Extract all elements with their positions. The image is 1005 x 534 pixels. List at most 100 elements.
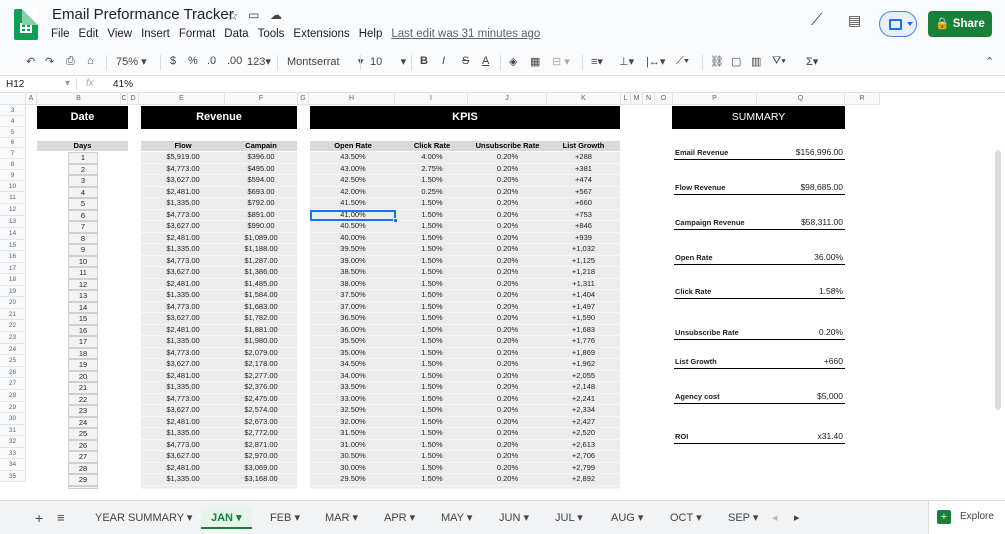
day-cell[interactable]: 14 bbox=[68, 301, 98, 313]
tab-aug[interactable]: AUG ▾ bbox=[601, 507, 653, 529]
day-cell[interactable]: 2 bbox=[68, 163, 98, 175]
click-rate-cell[interactable]: 1.50% bbox=[396, 221, 468, 233]
day-cell[interactable]: 15 bbox=[68, 313, 98, 325]
day-cell[interactable]: 16 bbox=[68, 324, 98, 336]
open-rate-cell[interactable]: 35.00% bbox=[310, 347, 396, 359]
unsub-rate-cell[interactable]: 0.20% bbox=[468, 232, 547, 244]
cloud-status-icon[interactable]: ☁ bbox=[270, 8, 282, 22]
open-rate-cell[interactable]: 34.50% bbox=[310, 359, 396, 371]
list-growth-cell[interactable] bbox=[547, 485, 620, 489]
column-header[interactable]: M bbox=[631, 93, 643, 105]
flow-cell[interactable]: $4,773.00 bbox=[141, 209, 225, 221]
flow-cell[interactable]: $3,627.00 bbox=[141, 313, 225, 325]
zoom-select[interactable]: 75% ▾ bbox=[116, 55, 147, 68]
filter-icon[interactable]: ⛛▾ bbox=[772, 55, 786, 68]
click-rate-cell[interactable] bbox=[396, 485, 468, 489]
open-rate-cell[interactable]: 40.00% bbox=[310, 232, 396, 244]
column-header[interactable]: A bbox=[26, 93, 37, 105]
row-header[interactable]: 15 bbox=[0, 240, 26, 251]
font-select[interactable]: Montserrat ▾ bbox=[287, 55, 363, 68]
day-cell[interactable]: 5 bbox=[68, 198, 98, 210]
column-header[interactable]: E bbox=[139, 93, 225, 105]
flow-cell[interactable]: $2,481.00 bbox=[141, 232, 225, 244]
row-header[interactable]: 29 bbox=[0, 402, 26, 413]
column-header[interactable]: Q bbox=[757, 93, 845, 105]
fill-color-icon[interactable]: ◈ bbox=[509, 55, 517, 68]
list-growth-cell[interactable]: +2,334 bbox=[547, 405, 620, 417]
undo-icon[interactable]: ↶ bbox=[26, 55, 35, 68]
link-icon[interactable]: ⛓ bbox=[710, 55, 724, 68]
row-header[interactable]: 7 bbox=[0, 148, 26, 159]
campaign-cell[interactable]: $1,980.00 bbox=[225, 336, 297, 348]
column-header[interactable]: C bbox=[121, 93, 128, 105]
row-header[interactable]: 4 bbox=[0, 116, 26, 127]
unsub-rate-cell[interactable]: 0.20% bbox=[468, 405, 547, 417]
row-header[interactable]: 12 bbox=[0, 204, 26, 216]
campaign-cell[interactable]: $1,386.00 bbox=[225, 267, 297, 279]
open-rate-cell[interactable]: 31.50% bbox=[310, 428, 396, 440]
column-header[interactable]: I bbox=[395, 93, 468, 105]
tab-year-summary[interactable]: YEAR SUMMARY ▾ bbox=[85, 507, 202, 529]
list-growth-cell[interactable]: +2,055 bbox=[547, 370, 620, 382]
flow-cell[interactable]: $1,335.00 bbox=[141, 290, 225, 302]
list-growth-cell[interactable]: +1,404 bbox=[547, 290, 620, 302]
open-rate-cell[interactable]: 43.50% bbox=[310, 152, 396, 164]
row-header[interactable]: 19 bbox=[0, 286, 26, 297]
list-growth-cell[interactable]: +1,869 bbox=[547, 347, 620, 359]
flow-cell[interactable]: $2,481.00 bbox=[141, 416, 225, 428]
vertical-scrollbar[interactable] bbox=[995, 150, 1001, 410]
row-header[interactable]: 5 bbox=[0, 127, 26, 138]
row-header[interactable]: 32 bbox=[0, 436, 26, 448]
click-rate-cell[interactable]: 1.50% bbox=[396, 393, 468, 405]
campaign-cell[interactable]: $1,881.00 bbox=[225, 324, 297, 336]
flow-cell[interactable]: $1,335.00 bbox=[141, 382, 225, 394]
day-cell[interactable]: 23 bbox=[68, 405, 98, 417]
row-header[interactable]: 21 bbox=[0, 309, 26, 320]
day-cell[interactable] bbox=[68, 485, 98, 489]
day-cell[interactable]: 3 bbox=[68, 175, 98, 187]
menu-edit[interactable]: Edit bbox=[79, 28, 99, 40]
open-rate-cell[interactable]: 29.50% bbox=[310, 474, 396, 486]
column-header[interactable]: L bbox=[621, 93, 631, 105]
click-rate-cell[interactable]: 4.00% bbox=[396, 152, 468, 164]
campaign-cell[interactable]: $1,485.00 bbox=[225, 278, 297, 290]
tab-sep[interactable]: SEP ▾ bbox=[718, 507, 768, 529]
tab-apr[interactable]: APR ▾ bbox=[374, 507, 425, 529]
menu-help[interactable]: Help bbox=[359, 28, 383, 40]
activity-chart-icon[interactable]: ⟋ bbox=[811, 12, 822, 30]
click-rate-cell[interactable]: 1.50% bbox=[396, 290, 468, 302]
row-header[interactable]: 24 bbox=[0, 344, 26, 355]
row-header[interactable]: 28 bbox=[0, 390, 26, 402]
open-rate-cell[interactable]: 39.50% bbox=[310, 244, 396, 256]
row-header[interactable]: 16 bbox=[0, 251, 26, 263]
menu-insert[interactable]: Insert bbox=[141, 28, 170, 40]
unsub-rate-cell[interactable]: 0.20% bbox=[468, 301, 547, 313]
flow-cell[interactable]: $4,773.00 bbox=[141, 439, 225, 451]
unsub-rate-cell[interactable]: 0.20% bbox=[468, 462, 547, 474]
flow-cell[interactable]: $3,627.00 bbox=[141, 221, 225, 233]
list-growth-cell[interactable]: +288 bbox=[547, 152, 620, 164]
click-rate-cell[interactable]: 1.50% bbox=[396, 324, 468, 336]
row-header[interactable]: 20 bbox=[0, 297, 26, 309]
click-rate-cell[interactable]: 1.50% bbox=[396, 255, 468, 267]
unsub-rate-cell[interactable]: 0.20% bbox=[468, 474, 547, 486]
row-header[interactable]: 11 bbox=[0, 192, 26, 204]
unsub-rate-cell[interactable]: 0.20% bbox=[468, 163, 547, 175]
unsub-rate-cell[interactable]: 0.20% bbox=[468, 359, 547, 371]
bold-button[interactable]: B bbox=[420, 55, 428, 67]
list-growth-cell[interactable]: +2,892 bbox=[547, 474, 620, 486]
unsub-rate-cell[interactable]: 0.20% bbox=[468, 290, 547, 302]
flow-cell[interactable]: $4,773.00 bbox=[141, 301, 225, 313]
list-growth-cell[interactable]: +2,241 bbox=[547, 393, 620, 405]
rotate-icon[interactable]: ⟋▾ bbox=[676, 55, 689, 68]
list-growth-cell[interactable]: +2,427 bbox=[547, 416, 620, 428]
click-rate-cell[interactable]: 1.50% bbox=[396, 359, 468, 371]
unsub-rate-cell[interactable]: 0.20% bbox=[468, 382, 547, 394]
unsub-rate-cell[interactable]: 0.20% bbox=[468, 255, 547, 267]
flow-cell[interactable] bbox=[141, 485, 225, 489]
decrease-decimal-button[interactable]: .0 bbox=[207, 55, 216, 67]
flow-cell[interactable]: $1,335.00 bbox=[141, 336, 225, 348]
click-rate-cell[interactable]: 1.50% bbox=[396, 428, 468, 440]
list-growth-cell[interactable]: +2,706 bbox=[547, 451, 620, 463]
open-rate-cell[interactable]: 38.00% bbox=[310, 278, 396, 290]
